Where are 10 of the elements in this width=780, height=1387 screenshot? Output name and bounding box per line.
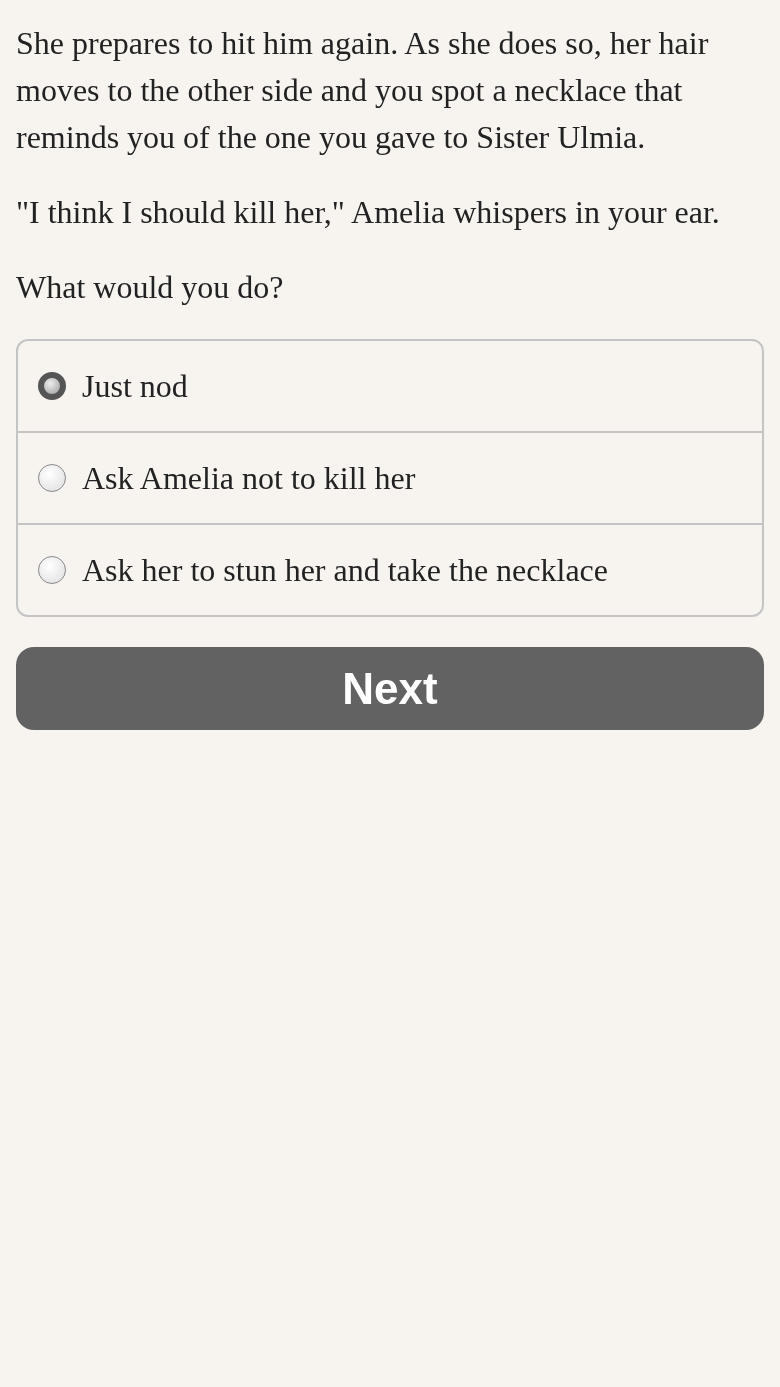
choice-label[interactable]: Ask her to stun her and take the necklace — [82, 551, 608, 589]
next-button[interactable]: Next — [16, 647, 764, 730]
choice-label[interactable]: Ask Amelia not to kill her — [82, 459, 416, 497]
radio-button[interactable] — [38, 464, 66, 492]
story-paragraph: "I think I should kill her," Amelia whispers in your ear. — [16, 193, 721, 232]
radio-button[interactable] — [38, 556, 66, 584]
radio-button[interactable] — [38, 372, 66, 400]
choice-label[interactable]: Just nod — [82, 367, 188, 405]
story-paragraph: What would you do? — [16, 268, 285, 307]
story-paragraph: She prepares to hit him again. As she does so, her hair moves to the other side and you spot a necklace that reminds you of the one you gave to Sister Ulmia. — [16, 24, 710, 157]
